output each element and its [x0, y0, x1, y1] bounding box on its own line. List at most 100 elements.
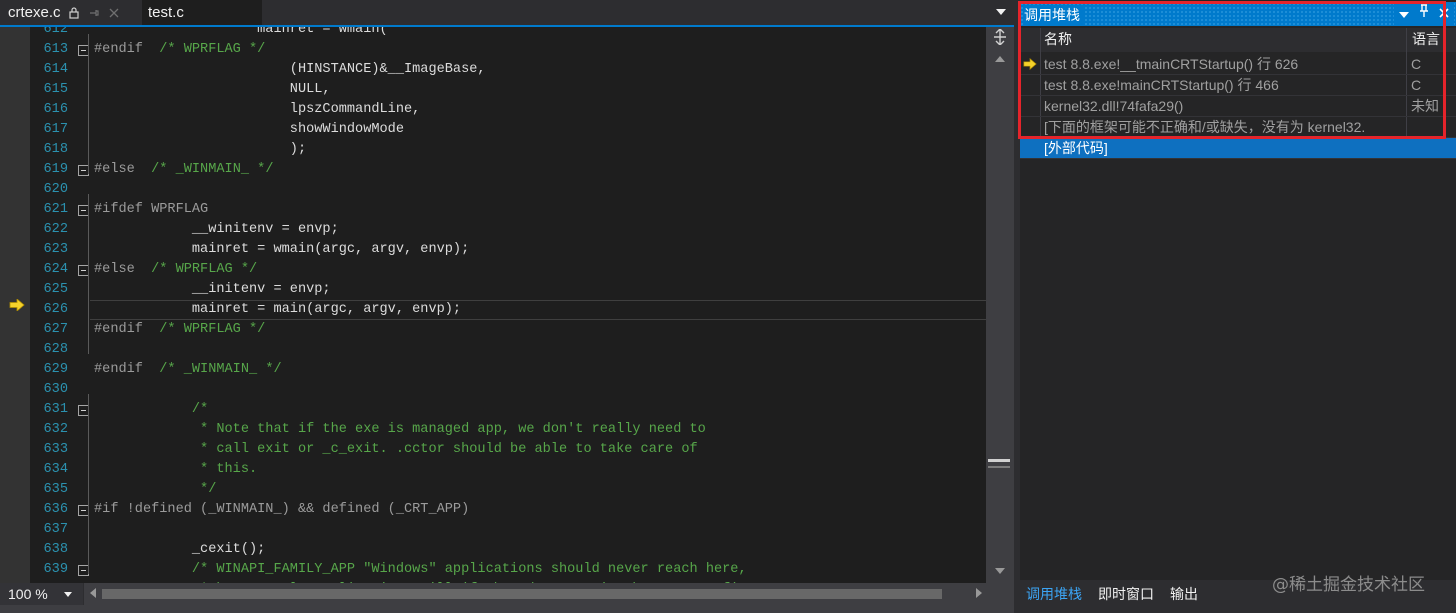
line-number: 614 [43, 62, 68, 77]
code-line[interactable]: 624 #else /* WPRFLAG */ [30, 260, 986, 280]
source-text: ); [94, 142, 307, 157]
comment-text: * call exit or _c_exit. .cctor should be… [94, 442, 698, 457]
call-stack-titlebar[interactable]: 调用堆栈 [1020, 2, 1456, 26]
chevron-down-icon [63, 589, 72, 599]
frame-name: [外部代码] [1044, 140, 1108, 156]
zoom-value: 100 % [8, 586, 48, 602]
code-line[interactable]: 637 [30, 520, 986, 540]
preprocessor-text: #else [94, 162, 135, 177]
call-stack-row[interactable]: [外部代码] [1020, 138, 1456, 159]
tab-immediate-window[interactable]: 即时窗口 [1094, 584, 1158, 606]
line-number: 639 [43, 562, 68, 577]
source-text: mainret = main(argc, argv, envp); [94, 302, 462, 317]
code-line[interactable]: 616 lpszCommandLine, [30, 100, 986, 120]
code-text: */ [94, 480, 216, 500]
editor-tab-strip: crtexe.c test.c [0, 0, 1014, 27]
scroll-up-icon[interactable] [993, 55, 1007, 65]
source-text: mainret = wmain(argc, argv, envp); [94, 242, 470, 257]
code-line[interactable]: 623 mainret = wmain(argc, argv, envp); [30, 240, 986, 260]
code-line[interactable]: 621 #ifdef WPRFLAG [30, 200, 986, 220]
tab-label: test.c [148, 4, 184, 21]
code-line[interactable]: 614 (HINSTANCE)&__ImageBase, [30, 60, 986, 80]
code-line[interactable]: 639 /* WINAPI_FAMILY_APP "Windows" appli… [30, 560, 986, 580]
source-text: lpszCommandLine, [94, 102, 421, 117]
source-text: _cexit(); [94, 542, 266, 557]
code-text: __winitenv = envp; [94, 220, 339, 240]
code-line[interactable]: 636 #if !defined (_WINMAIN_) && defined (… [30, 500, 986, 520]
call-stack-row[interactable]: [下面的框架可能不正确和/或缺失，没有为 kernel32. [1020, 117, 1456, 138]
code-text: #ifdef WPRFLAG [94, 200, 208, 220]
code-line[interactable]: 634 * this. [30, 460, 986, 480]
code-text: mainret = main(argc, argv, envp); [94, 300, 461, 320]
line-number: 623 [43, 242, 68, 257]
chevron-down-icon[interactable] [994, 5, 1008, 19]
code-text: showWindowMode [94, 120, 404, 140]
code-line[interactable]: 619 #else /* _WINMAIN_ */ [30, 160, 986, 180]
tab-output[interactable]: 输出 [1166, 584, 1202, 606]
scroll-left-icon[interactable] [90, 588, 96, 601]
source-text: __winitenv = envp; [94, 222, 339, 237]
scroll-right-icon[interactable] [976, 588, 982, 601]
close-icon[interactable] [107, 6, 121, 20]
code-line[interactable]: 631 /* [30, 400, 986, 420]
source-text: showWindowMode [94, 122, 404, 137]
frame-name: test 8.8.exe!__tmainCRTStartup() 行 626 [1044, 56, 1299, 72]
fold-guide [88, 194, 89, 354]
code-line[interactable]: 622 __winitenv = envp; [30, 220, 986, 240]
code-line[interactable]: 612 mainret = wmain( [30, 27, 986, 40]
call-stack-row[interactable]: test 8.8.exe!mainCRTStartup() 行 466 C [1020, 75, 1456, 96]
scroll-thumb[interactable] [988, 459, 1010, 462]
line-number: 622 [43, 222, 68, 237]
code-line[interactable]: 626 mainret = main(argc, argv, envp); [30, 300, 986, 320]
line-number: 634 [43, 462, 68, 477]
code-line[interactable]: 630 [30, 380, 986, 400]
tab-call-stack[interactable]: 调用堆栈 [1022, 584, 1086, 606]
code-text: /* WINAPI_FAMILY_APP "Windows" applicati… [94, 560, 747, 580]
code-line[interactable]: 615 NULL, [30, 80, 986, 100]
vertical-scrollbar[interactable] [986, 27, 1014, 583]
comment-text: /* _WINMAIN_ */ [142, 362, 282, 377]
comment-text: /* WPRFLAG */ [142, 42, 266, 57]
code-line[interactable]: 627 #endif /* WPRFLAG */ [30, 320, 986, 340]
pin-icon[interactable] [87, 6, 101, 20]
zoom-select[interactable]: 100 % [0, 583, 84, 605]
close-icon[interactable] [1434, 2, 1454, 26]
horizontal-scrollbar[interactable] [86, 583, 986, 605]
line-number: 628 [43, 342, 68, 357]
line-number: 627 [43, 322, 68, 337]
code-line[interactable]: 617 showWindowMode [30, 120, 986, 140]
line-number: 617 [43, 122, 68, 137]
code-line[interactable]: 613 #endif /* WPRFLAG */ [30, 40, 986, 60]
code-line[interactable]: 635 */ [30, 480, 986, 500]
call-stack-row[interactable]: kernel32.dll!74fafa29() 未知 [1020, 96, 1456, 117]
pin-icon[interactable] [1414, 2, 1434, 26]
source-text: mainret = wmain( [94, 27, 388, 37]
code-text: NULL, [94, 80, 331, 100]
column-header-name[interactable]: 名称 [1044, 28, 1072, 52]
call-stack-row[interactable]: test 8.8.exe!__tmainCRTStartup() 行 626 C [1020, 54, 1456, 75]
code-line[interactable]: 628 [30, 340, 986, 360]
horizontal-scroll-thumb[interactable] [102, 589, 942, 599]
scroll-down-icon[interactable] [993, 567, 1007, 577]
comment-text: * Note that if the exe is managed app, w… [94, 422, 706, 437]
code-line[interactable]: 618 ); [30, 140, 986, 160]
preprocessor-text: #endif [94, 362, 143, 377]
line-number: 630 [43, 382, 68, 397]
frame-language: 未知 [1411, 98, 1439, 114]
column-header-language[interactable]: 语言 [1412, 28, 1440, 52]
code-text: __initenv = envp; [94, 280, 331, 300]
window-options-icon[interactable] [1394, 2, 1414, 26]
tab-test[interactable]: test.c [142, 0, 262, 25]
preprocessor-text: #if !defined (_WINMAIN_) && defined (_CR… [94, 502, 470, 517]
code-line[interactable]: 625 __initenv = envp; [30, 280, 986, 300]
code-line[interactable]: 629 #endif /* _WINMAIN_ */ [30, 360, 986, 380]
tab-crtexe[interactable]: crtexe.c [0, 0, 142, 25]
code-line[interactable]: 620 [30, 180, 986, 200]
line-number: 629 [43, 362, 68, 377]
code-line[interactable]: 633 * call exit or _c_exit. .cctor shoul… [30, 440, 986, 460]
code-line[interactable]: 632 * Note that if the exe is managed ap… [30, 420, 986, 440]
code-editor[interactable]: 612 mainret = wmain(613 #endif /* WPRFLAG… [0, 27, 986, 583]
code-line[interactable]: 638 _cexit(); [30, 540, 986, 560]
preprocessor-text: #endif [94, 322, 143, 337]
split-window-icon[interactable] [990, 28, 1010, 47]
